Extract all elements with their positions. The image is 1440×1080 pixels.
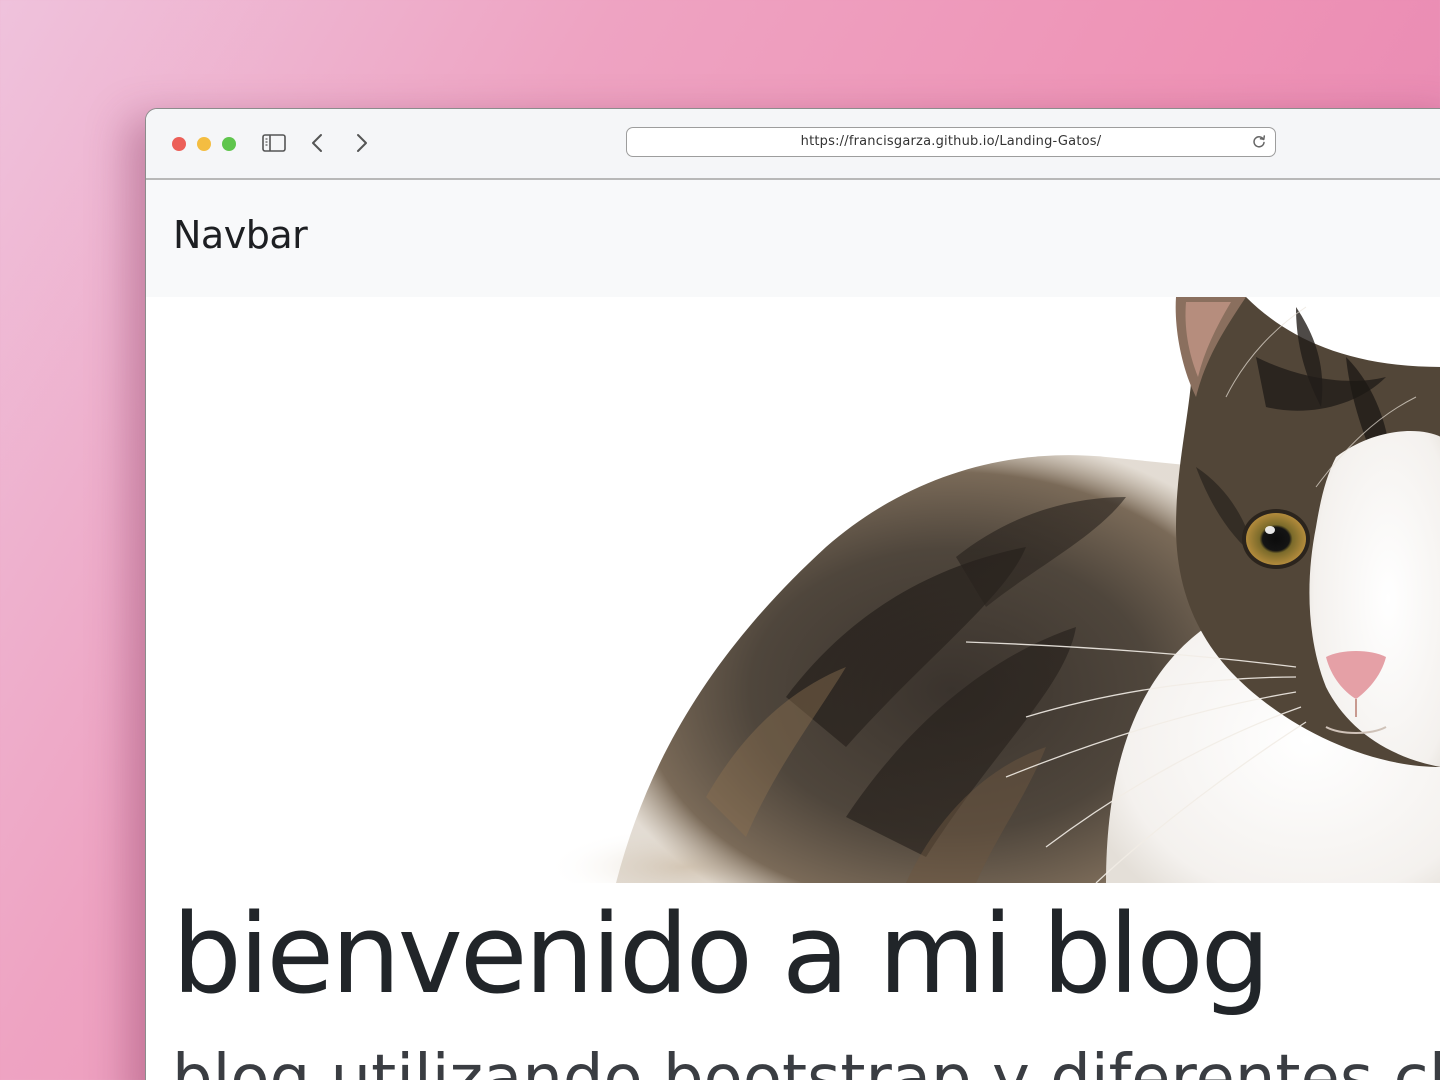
page-lead-text: blog utilizando bootstrap y diferentes c… [172,1042,1440,1080]
minimize-window-button[interactable] [197,137,211,151]
url-text[interactable]: https://francisgarza.github.io/Landing-G… [627,128,1275,156]
sidebar-icon[interactable] [260,129,288,157]
close-window-button[interactable] [172,137,186,151]
browser-toolbar: https://francisgarza.github.io/Landing-G… [146,109,1440,180]
site-navbar: Navbar [146,180,1440,297]
back-arrow-icon[interactable] [303,129,331,157]
navbar-brand[interactable]: Navbar [173,216,308,254]
page-heading: bienvenido a mi blog [172,890,1270,1018]
cat-photo [546,297,1440,883]
forward-arrow-icon[interactable] [348,129,376,157]
browser-window: https://francisgarza.github.io/Landing-G… [145,108,1440,1080]
address-bar[interactable]: https://francisgarza.github.io/Landing-G… [626,127,1276,157]
maximize-window-button[interactable] [222,137,236,151]
hero-image [146,297,1440,883]
reload-icon[interactable] [1251,134,1267,150]
